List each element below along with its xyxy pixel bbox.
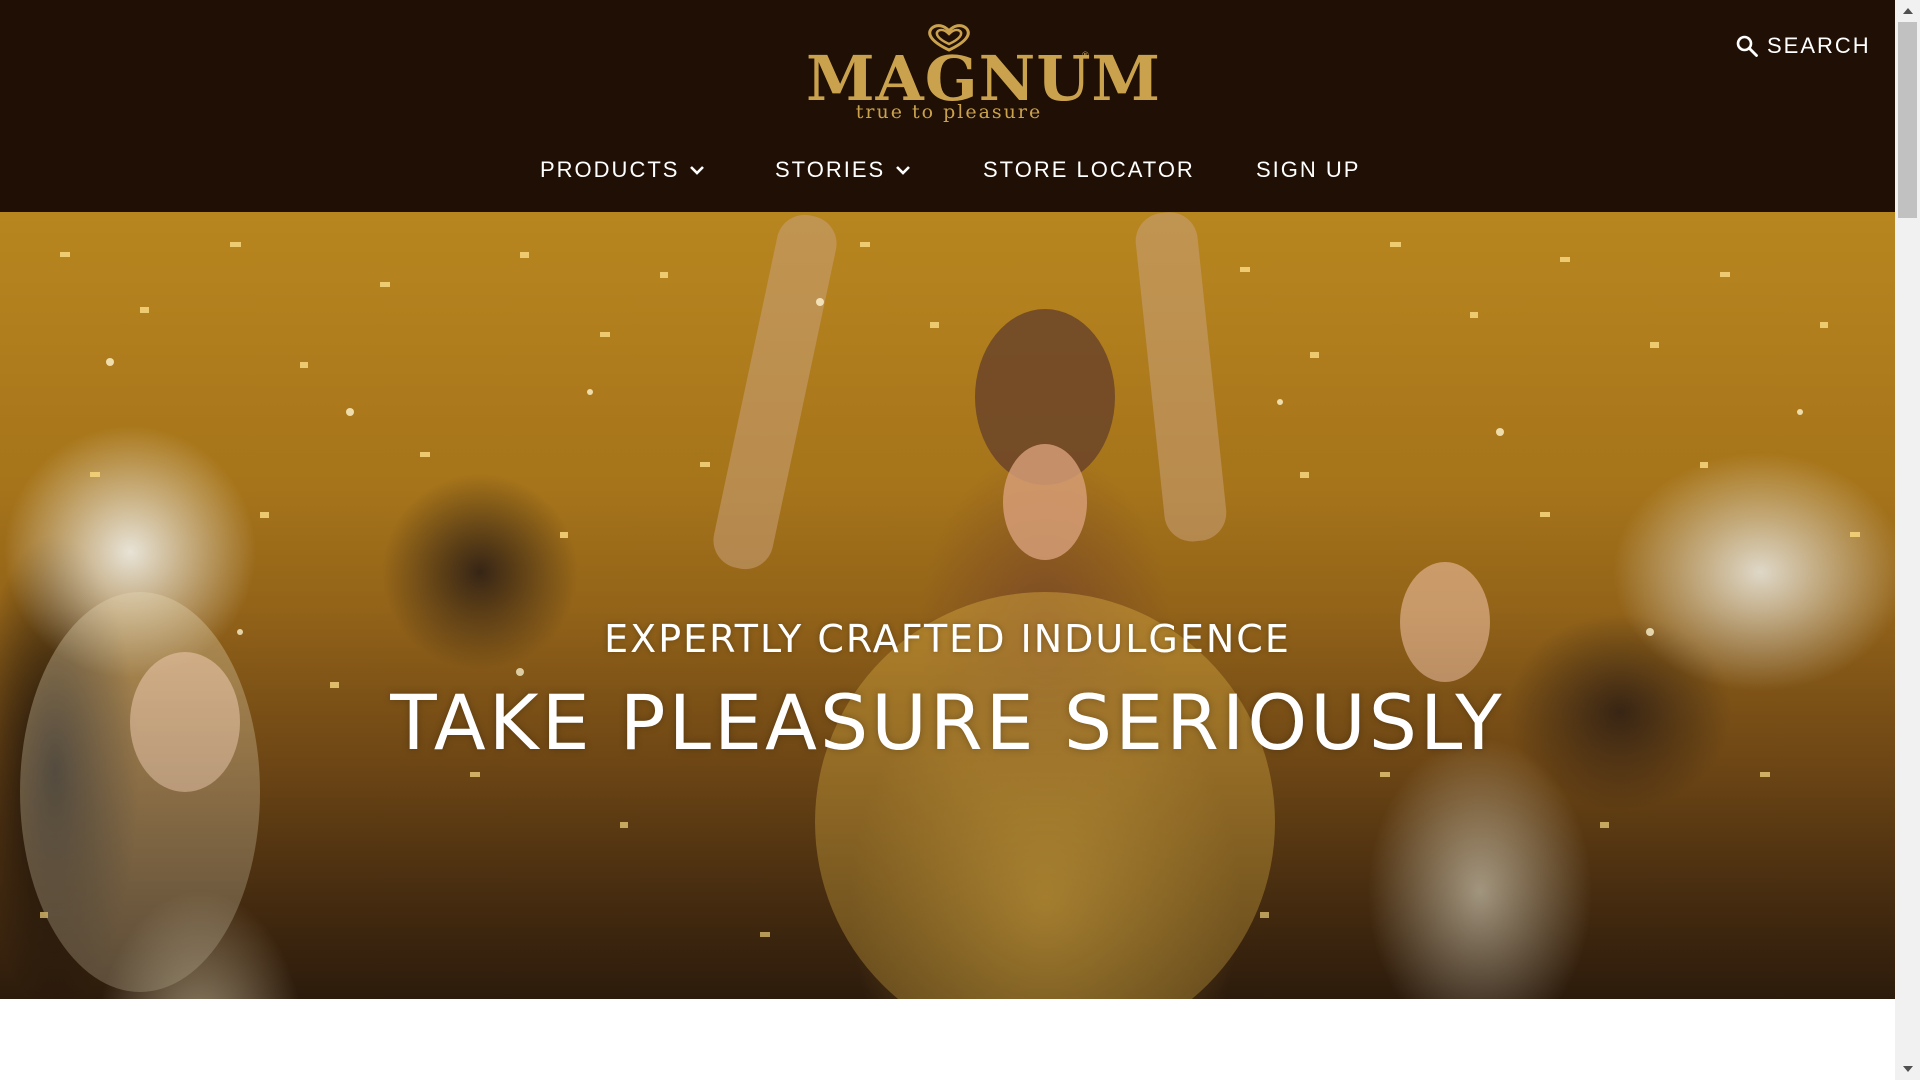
- browser-viewport: MAGNUM ® true to pleasure SEARCH PRODUCT…: [0, 0, 1920, 1080]
- hero-overlay: [0, 212, 1895, 999]
- hero-title: TAKE PLEASURE SERIOUSLY: [390, 678, 1505, 767]
- nav-item-sign-up[interactable]: SIGN UP: [1256, 152, 1360, 188]
- nav-item-label: STORE LOCATOR: [983, 157, 1195, 182]
- nav-item-label: PRODUCTS: [540, 157, 680, 182]
- scroll-up-button[interactable]: [1895, 0, 1920, 22]
- search-icon: [1736, 35, 1758, 57]
- nav-item-label: STORIES: [775, 157, 886, 182]
- nav-item-label: SIGN UP: [1256, 157, 1361, 182]
- site-header: MAGNUM ® true to pleasure SEARCH PRODUCT…: [0, 0, 1895, 212]
- nav-item-products[interactable]: PRODUCTS: [540, 152, 705, 188]
- arrow-up-icon: [1902, 8, 1913, 14]
- search-label: SEARCH: [1767, 33, 1871, 58]
- hero-banner[interactable]: EXPERTLY CRAFTED INDULGENCE TAKE PLEASUR…: [0, 212, 1895, 999]
- nav-item-store-locator[interactable]: STORE LOCATOR: [983, 152, 1195, 188]
- hero-subtitle: EXPERTLY CRAFTED INDULGENCE: [604, 617, 1291, 661]
- main-nav: PRODUCTS STORIES STORE LOCATOR SIGN UP: [0, 152, 1895, 188]
- vertical-scrollbar[interactable]: [1895, 0, 1920, 1080]
- chevron-down-icon: [896, 166, 911, 175]
- registered-mark: ®: [1082, 50, 1089, 60]
- magnum-logo[interactable]: MAGNUM ® true to pleasure: [806, 24, 1160, 126]
- search-button[interactable]: SEARCH: [1735, 32, 1871, 60]
- scroll-down-button[interactable]: [1895, 1058, 1920, 1080]
- scrollbar-thumb[interactable]: [1898, 22, 1917, 218]
- chevron-down-icon: [690, 166, 705, 175]
- logo-tagline: true to pleasure: [855, 101, 1043, 123]
- arrow-down-icon: [1902, 1066, 1913, 1072]
- nav-item-stories[interactable]: STORIES: [775, 152, 911, 188]
